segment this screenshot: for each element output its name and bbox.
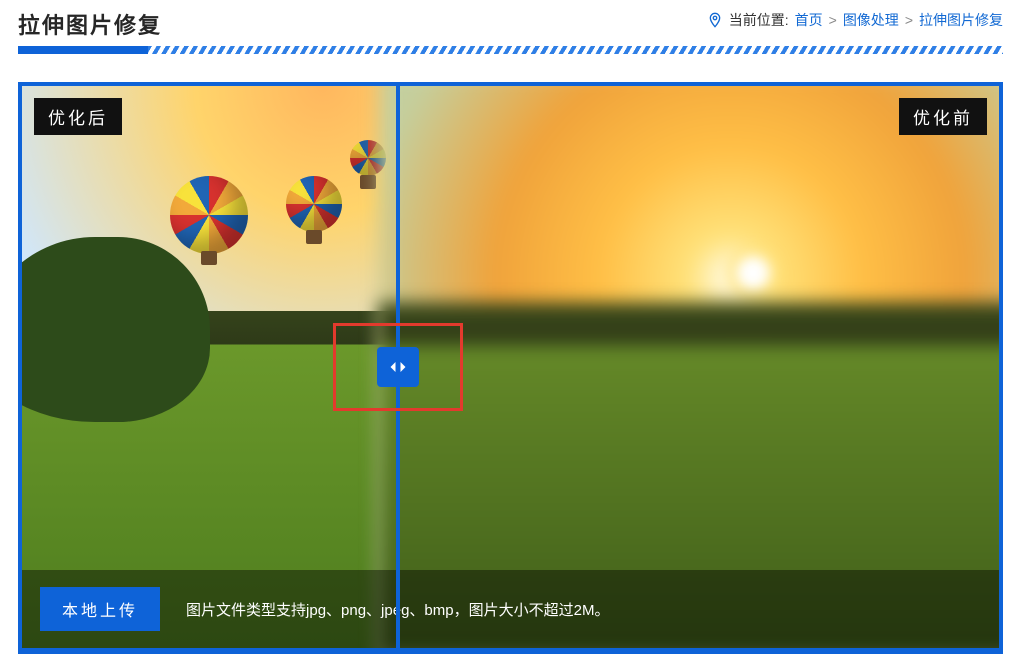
sun-glow <box>723 243 783 303</box>
breadcrumb-separator: > <box>905 12 913 28</box>
compare-after-side <box>22 86 398 648</box>
balloon-medium <box>286 176 342 232</box>
after-badge: 优化后 <box>34 98 122 135</box>
compare-before-side <box>398 86 999 648</box>
before-badge: 优化前 <box>899 98 987 135</box>
upload-button[interactable]: 本地上传 <box>40 587 160 631</box>
compare-divider[interactable] <box>396 86 400 648</box>
breadcrumb-label: 当前位置: <box>729 10 789 30</box>
location-icon <box>707 12 723 28</box>
drag-horizontal-icon <box>388 357 408 377</box>
breadcrumb-separator: > <box>829 12 837 28</box>
breadcrumb-link-home[interactable]: 首页 <box>795 10 823 30</box>
compare-footer: 本地上传 图片文件类型支持jpg、png、jpeg、bmp，图片大小不超过2M。 <box>22 570 999 648</box>
breadcrumb-link-category[interactable]: 图像处理 <box>843 10 899 30</box>
page-header: 拉伸图片修复 当前位置: 首页 > 图像处理 > 拉伸图片修复 <box>0 0 1021 46</box>
page-title: 拉伸图片修复 <box>18 8 162 40</box>
compare-slider-handle[interactable] <box>377 347 419 387</box>
breadcrumb-link-current[interactable]: 拉伸图片修复 <box>919 10 1003 30</box>
balloon-large <box>170 176 248 254</box>
header-divider <box>18 46 1003 54</box>
breadcrumb: 当前位置: 首页 > 图像处理 > 拉伸图片修复 <box>707 10 1003 30</box>
image-compare-panel: 优化后 优化前 本地上传 图片文件类型支持jpg、png、jpeg、bmp，图片… <box>18 82 1003 654</box>
